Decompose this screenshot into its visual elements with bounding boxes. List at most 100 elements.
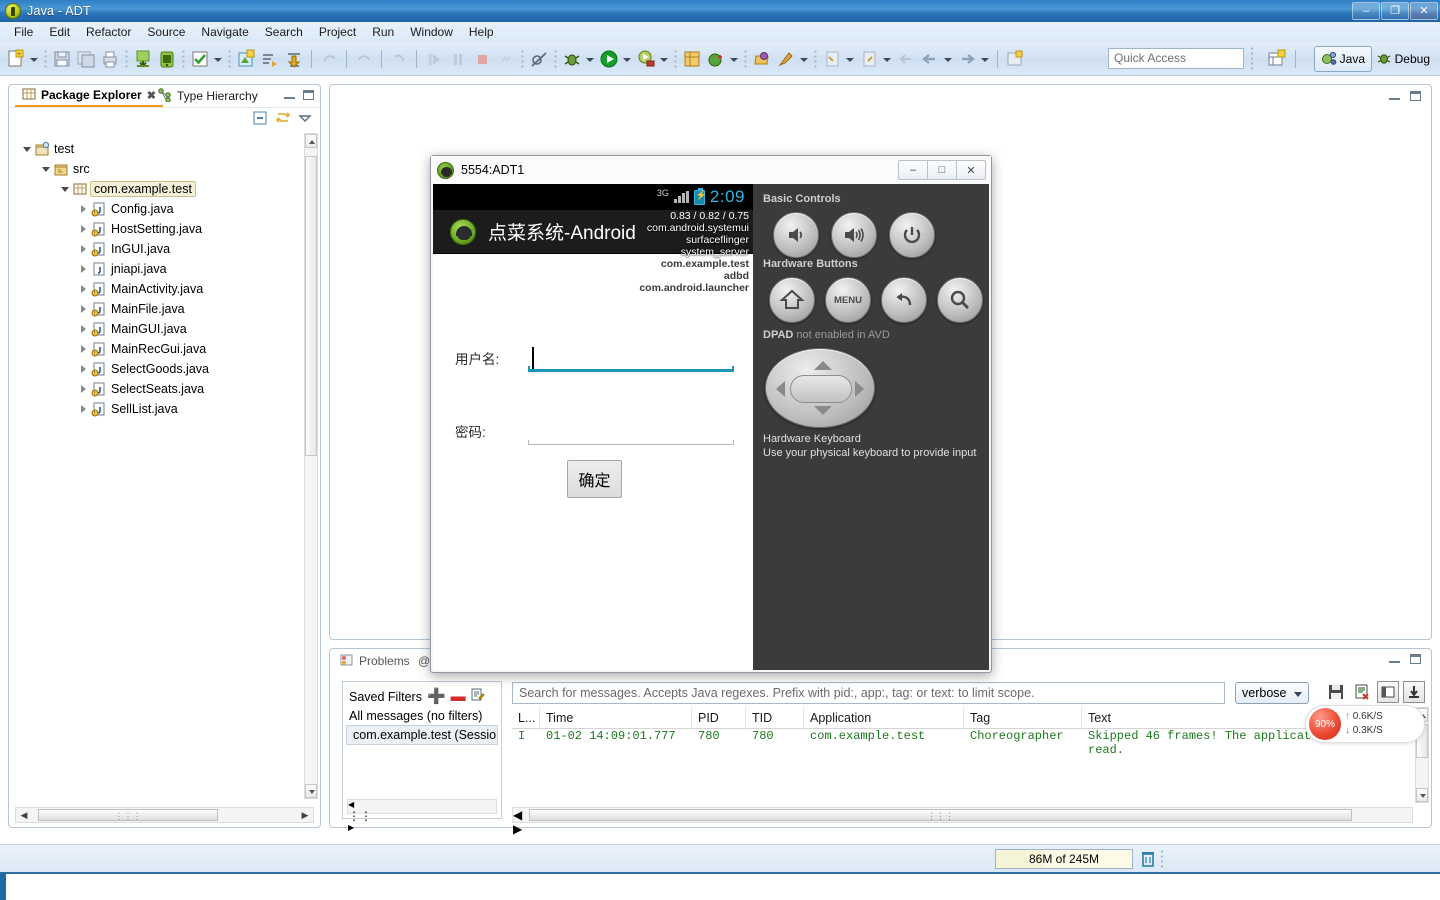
save-all-icon[interactable]: [75, 48, 97, 70]
new-wizard-dropdown[interactable]: [28, 48, 39, 70]
dpad-left-icon[interactable]: [776, 381, 785, 397]
expand-arrow-down-icon[interactable]: [20, 139, 34, 159]
run-dropdown[interactable]: [621, 48, 632, 70]
perspective-java-button[interactable]: Java: [1314, 46, 1372, 72]
scroll-down-icon[interactable]: [305, 784, 317, 798]
menu-file[interactable]: File: [6, 23, 41, 41]
android-sdk-manager-icon[interactable]: [156, 48, 178, 70]
column-header-pid[interactable]: PID: [692, 707, 746, 729]
column-header-tag[interactable]: Tag: [964, 707, 1082, 729]
saved-filter-item[interactable]: com.example.test (Sessio: [346, 725, 498, 745]
android-emulator-window[interactable]: 5554:ADT1 – □ ✕ 3G 2:09: [430, 155, 992, 673]
tree-item-mainfile-java[interactable]: !MainFile.java: [10, 299, 319, 319]
dpad-control[interactable]: [765, 348, 875, 428]
export-icon[interactable]: [132, 48, 154, 70]
scrollbar-thumb-horizontal[interactable]: ⋮⋮⋮: [529, 809, 1352, 821]
column-header-tid[interactable]: TID: [746, 707, 804, 729]
tree-item-test[interactable]: test: [10, 139, 319, 159]
expand-arrow-right-icon[interactable]: [77, 319, 91, 339]
tab-overflow-label[interactable]: @: [418, 654, 430, 668]
search-toolbar-icon[interactable]: [775, 48, 797, 70]
log-level-select[interactable]: verbose: [1235, 682, 1309, 704]
maximize-button[interactable]: ❐: [1381, 2, 1409, 20]
minimize-view-icon[interactable]: [284, 90, 295, 99]
expand-arrow-right-icon[interactable]: [77, 199, 91, 219]
tree-item-selllist-java[interactable]: !SellList.java: [10, 399, 319, 419]
redo-icon[interactable]: [388, 48, 410, 70]
heap-status-indicator[interactable]: 86M of 245M: [995, 849, 1133, 869]
expand-arrow-right-icon[interactable]: [77, 219, 91, 239]
plus-icon[interactable]: ➕: [427, 691, 446, 703]
tree-item-mainrecgui-java[interactable]: !MainRecGui.java: [10, 339, 319, 359]
print-icon[interactable]: [99, 48, 121, 70]
new-java-project-icon[interactable]: [681, 48, 703, 70]
password-input[interactable]: [528, 417, 734, 445]
power-icon[interactable]: [889, 212, 935, 258]
tree-item-config-java[interactable]: !Config.java: [10, 199, 319, 219]
expand-arrow-right-icon[interactable]: [77, 239, 91, 259]
new-android-project-icon[interactable]: [235, 48, 257, 70]
expand-arrow-right-icon[interactable]: [77, 379, 91, 399]
menu-refactor[interactable]: Refactor: [78, 23, 139, 41]
menu-search[interactable]: Search: [257, 23, 311, 41]
next-edit-dropdown[interactable]: [881, 48, 892, 70]
expand-arrow-down-icon[interactable]: [58, 179, 72, 199]
expand-arrow-right-icon[interactable]: [77, 299, 91, 319]
status-bar-drag-handle[interactable]: [1160, 849, 1164, 869]
save-log-icon[interactable]: [1325, 681, 1347, 703]
tab-package-explorer[interactable]: Package Explorer ✖: [15, 85, 163, 107]
column-header-level[interactable]: L...: [512, 707, 540, 729]
package-explorer-horizontal-scrollbar[interactable]: ◀ ⋮⋮⋮ ▶: [15, 807, 314, 823]
menu-button[interactable]: MENU: [825, 277, 871, 323]
debug-icon[interactable]: [561, 48, 583, 70]
package-explorer-vertical-scrollbar[interactable]: [304, 133, 318, 799]
disconnect-icon[interactable]: [495, 48, 517, 70]
tree-item-maingui-java[interactable]: !MainGUI.java: [10, 319, 319, 339]
scroll-right-icon[interactable]: ▶: [348, 823, 496, 832]
expand-arrow-right-icon[interactable]: [77, 279, 91, 299]
run-icon[interactable]: [598, 48, 620, 70]
logcat-row[interactable]: I01-02 14:09:01.777780780com.example.tes…: [512, 729, 1425, 743]
tree-item-jniapi-java[interactable]: jniapi.java: [10, 259, 319, 279]
expand-arrow-right-icon[interactable]: [77, 359, 91, 379]
back-icon[interactable]: [895, 48, 917, 70]
volume-down-icon[interactable]: [773, 212, 819, 258]
back-dropdown[interactable]: [942, 48, 953, 70]
minimize-logcat-icon[interactable]: [1389, 654, 1400, 663]
emulator-maximize-button[interactable]: □: [927, 160, 957, 180]
column-header-time[interactable]: Time: [540, 707, 692, 729]
home-icon[interactable]: [769, 277, 815, 323]
username-input[interactable]: [528, 344, 734, 372]
open-type-icon[interactable]: [751, 48, 773, 70]
minus-icon[interactable]: ▬: [451, 691, 466, 703]
tree-item-mainactivity-java[interactable]: !MainActivity.java: [10, 279, 319, 299]
tab-type-hierarchy[interactable]: Type Hierarchy: [151, 85, 265, 107]
scroll-up-icon[interactable]: [305, 134, 317, 148]
dpad-down-icon[interactable]: [814, 406, 832, 415]
scrollbar-thumb-horizontal[interactable]: ⋮⋮⋮: [38, 809, 218, 821]
maximize-editor-icon[interactable]: [1410, 91, 1421, 101]
logcat-search-input[interactable]: Search for messages. Accepts Java regexe…: [512, 682, 1225, 704]
trash-icon[interactable]: [1140, 850, 1156, 868]
menu-window[interactable]: Window: [402, 23, 461, 41]
search-dropdown[interactable]: [798, 48, 809, 70]
expand-arrow-down-icon[interactable]: [39, 159, 53, 179]
link-with-editor-icon[interactable]: [275, 110, 291, 129]
scroll-left-icon[interactable]: ◀: [348, 800, 496, 809]
filters-horizontal-scrollbar[interactable]: ◀ ⋮⋮ ▶: [347, 799, 497, 814]
menu-source[interactable]: Source: [139, 23, 193, 41]
next-edit-location-icon[interactable]: [858, 48, 880, 70]
forward-dropdown[interactable]: [979, 48, 990, 70]
run-external-tools-icon[interactable]: [635, 48, 657, 70]
scroll-lock-icon[interactable]: [1403, 681, 1425, 703]
scrollbar-thumb-horizontal[interactable]: ⋮⋮: [348, 809, 446, 823]
tree-item-src[interactable]: src: [10, 159, 319, 179]
scroll-down-icon[interactable]: [1416, 788, 1428, 802]
package-explorer-tree[interactable]: testsrccom.example.test!Config.java!Host…: [10, 133, 319, 799]
expand-arrow-right-icon[interactable]: [77, 259, 91, 279]
terminate-icon[interactable]: [471, 48, 493, 70]
tab-problems[interactable]: Problems: [334, 651, 416, 671]
clear-log-icon[interactable]: [1351, 681, 1373, 703]
logcat-horizontal-scrollbar[interactable]: ◀ ⋮⋮⋮ ▶: [512, 807, 1413, 823]
resume-icon[interactable]: [423, 48, 445, 70]
